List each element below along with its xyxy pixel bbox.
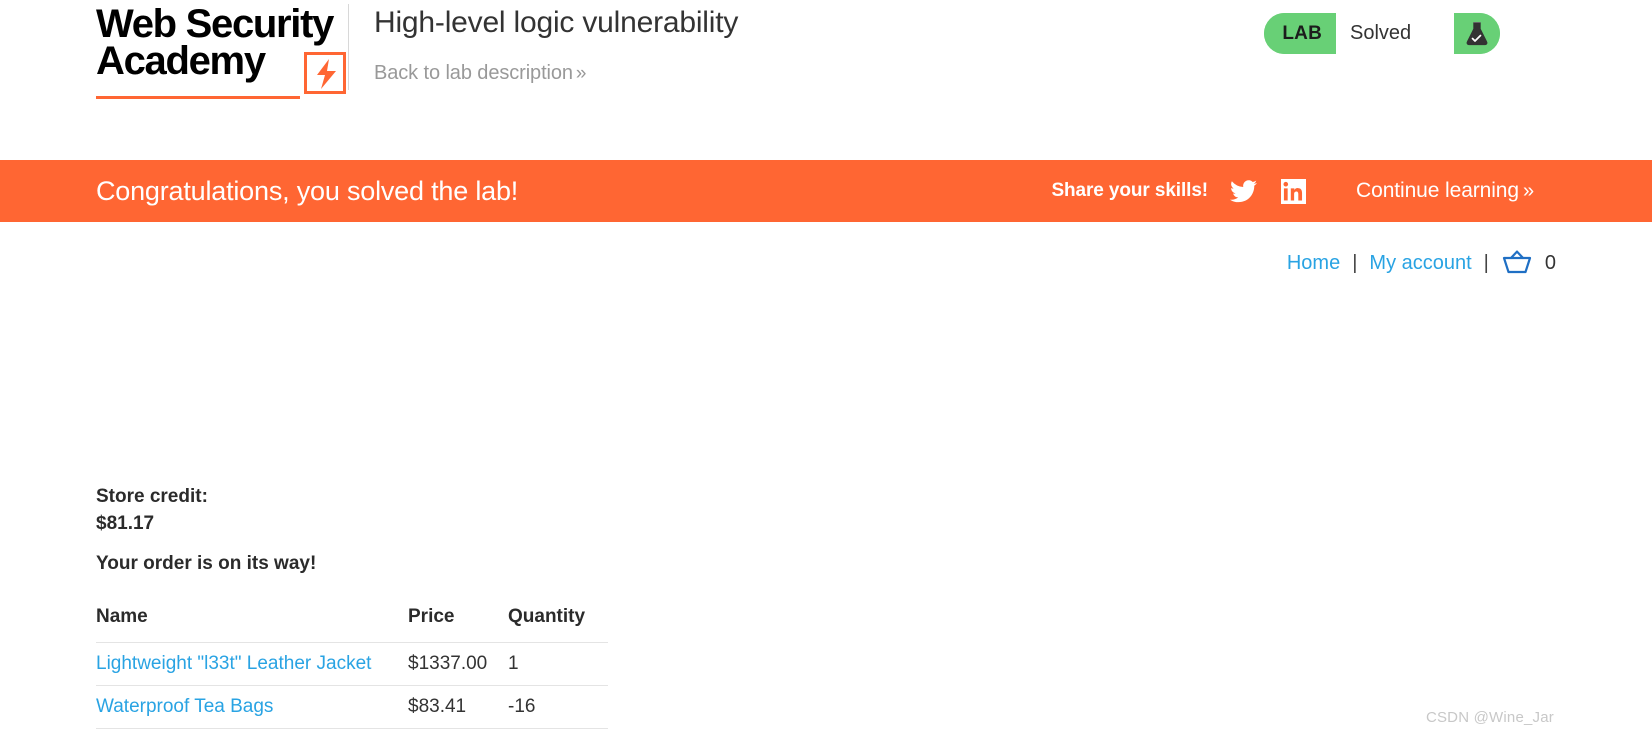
store-credit-value: $81.17	[96, 513, 155, 534]
back-to-lab-description-link[interactable]: Back to lab description»	[374, 62, 586, 85]
column-header-name: Name	[96, 606, 148, 627]
table-row: Waterproof Tea Bags $83.41 -16	[96, 685, 608, 729]
product-link[interactable]: Waterproof Tea Bags	[96, 696, 273, 717]
store-credit-label: Store credit:	[96, 486, 208, 507]
back-link-label: Back to lab description	[374, 62, 573, 84]
flask-check-icon	[1454, 13, 1500, 54]
watermark: CSDN @Wine_Jar	[1425, 709, 1554, 726]
basket-item-count: 0	[1544, 251, 1556, 274]
congratulations-banner: Congratulations, you solved the lab! Sha…	[0, 160, 1652, 222]
table-row: Lightweight "l33t" Leather Jacket $1337.…	[96, 642, 608, 686]
logo-underline	[96, 96, 300, 99]
banner-share-group: Share your skills! Continue learning»	[1051, 178, 1534, 204]
chevron-right-icon: »	[575, 63, 587, 84]
lab-status-state: Solved	[1336, 13, 1454, 54]
lightning-bolt-icon	[304, 52, 346, 94]
shopping-basket-icon[interactable]	[1501, 250, 1533, 276]
column-header-quantity: Quantity	[508, 606, 586, 627]
product-price-cell: $83.41	[408, 685, 508, 729]
order-status-message: Your order is on its way!	[96, 553, 317, 574]
logo-line-1: Web Security	[96, 2, 334, 46]
continue-learning-label: Continue learning	[1356, 179, 1519, 202]
product-name-cell: Waterproof Tea Bags	[96, 685, 408, 729]
order-table: Name Price Quantity Lightweight "l33t" L…	[96, 606, 608, 729]
nav-link-home[interactable]: Home	[1287, 252, 1340, 275]
page-root: Web Security Academy High-level logic vu…	[0, 0, 1652, 744]
nav-separator-2: |	[1483, 251, 1489, 274]
banner-message: Congratulations, you solved the lab!	[96, 175, 519, 206]
linkedin-icon[interactable]	[1281, 178, 1307, 204]
product-name-cell: Lightweight "l33t" Leather Jacket	[96, 642, 408, 686]
web-security-academy-logo[interactable]: Web Security Academy	[96, 2, 346, 99]
account-nav: Home | My account | 0	[1287, 250, 1556, 276]
page-title: High-level logic vulnerability	[374, 6, 739, 39]
column-header-price: Price	[408, 606, 455, 627]
header-divider	[348, 4, 349, 90]
continue-learning-link[interactable]: Continue learning»	[1356, 179, 1534, 203]
lab-status-widget[interactable]: LAB Solved	[1264, 13, 1500, 54]
product-link[interactable]: Lightweight "l33t" Leather Jacket	[96, 653, 371, 674]
lab-status-tag: LAB	[1264, 13, 1336, 54]
chevron-right-icon: »	[1522, 180, 1534, 202]
nav-separator-1: |	[1352, 251, 1358, 274]
nav-link-my-account[interactable]: My account	[1369, 252, 1471, 275]
product-quantity-cell: -16	[508, 685, 608, 729]
product-price-cell: $1337.00	[408, 642, 508, 686]
twitter-bird-icon[interactable]	[1230, 179, 1258, 203]
product-quantity-cell: 1	[508, 642, 608, 686]
table-header-row: Name Price Quantity	[96, 606, 608, 643]
share-skills-label: Share your skills!	[1051, 180, 1209, 201]
site-header: Web Security Academy High-level logic vu…	[0, 0, 1652, 160]
